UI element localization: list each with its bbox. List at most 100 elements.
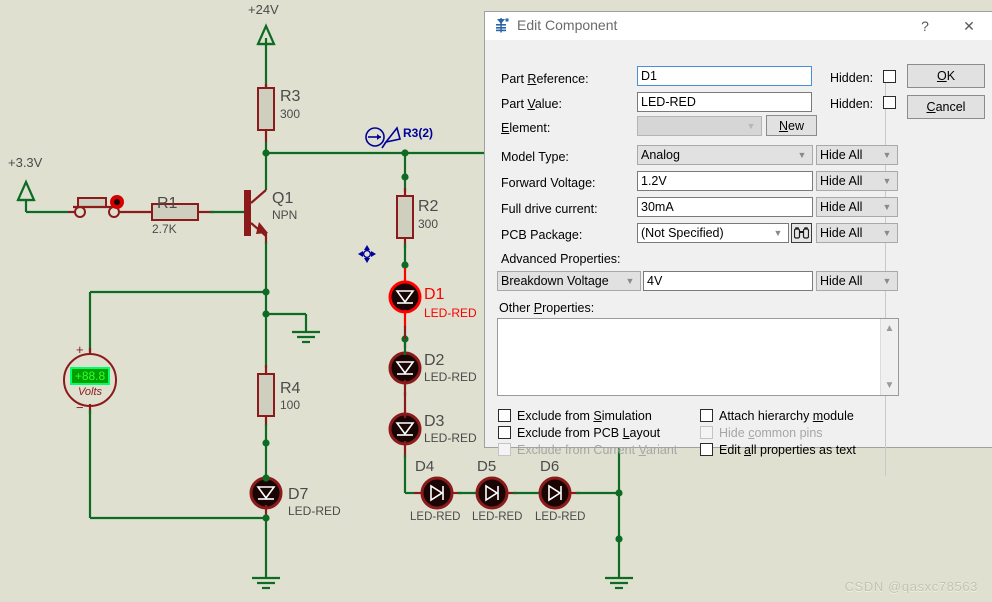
model-type-value: Analog bbox=[641, 147, 680, 162]
hide-common-pins-checkbox bbox=[700, 426, 713, 439]
led-d7 bbox=[249, 474, 283, 518]
component-value-d7: LED-RED bbox=[288, 504, 341, 518]
current-probe-icon bbox=[365, 126, 401, 149]
chevron-down-icon: ▼ bbox=[882, 227, 892, 238]
voltmeter-unit-label: Volts bbox=[77, 386, 103, 398]
component-ref-d1: D1 bbox=[424, 286, 445, 303]
model-type-combobox[interactable]: Analog ▼ bbox=[637, 145, 813, 165]
full-drive-current-label: Full drive current: bbox=[501, 202, 598, 216]
voltmeter bbox=[63, 292, 117, 518]
component-ref-r3: R3 bbox=[280, 88, 301, 105]
chevron-down-icon: ▼ bbox=[797, 149, 807, 160]
chevron-down-icon: ▼ bbox=[882, 175, 892, 186]
forward-voltage-hide-combobox[interactable]: Hide All ▼ bbox=[816, 171, 898, 191]
full-drive-current-hide-value: Hide All bbox=[820, 199, 863, 214]
chevron-down-icon: ▼ bbox=[746, 120, 756, 131]
full-drive-current-input[interactable] bbox=[637, 197, 813, 217]
attach-hierarchy-module-label: Attach hierarchy module bbox=[719, 409, 854, 423]
edit-component-dialog[interactable]: Edit Component ? ✕ Part Reference: Hidde… bbox=[484, 11, 992, 476]
component-ref-r2: R2 bbox=[418, 198, 439, 215]
component-ref-d7: D7 bbox=[288, 486, 309, 503]
probe-label-r3-2: R3(2) bbox=[403, 126, 434, 140]
component-value-d3: LED-RED bbox=[424, 431, 477, 445]
model-type-hide-value: Hide All bbox=[820, 147, 863, 162]
voltmeter-minus-terminal: − bbox=[76, 400, 84, 415]
chevron-down-icon: ▼ bbox=[625, 275, 635, 286]
attach-hierarchy-module-checkbox[interactable] bbox=[700, 409, 713, 422]
exclude-from-pcb-layout-checkbox[interactable] bbox=[498, 426, 511, 439]
component-ref-d2: D2 bbox=[424, 352, 445, 369]
chevron-down-icon: ▼ bbox=[882, 275, 892, 286]
ground-symbol-q1 bbox=[266, 312, 320, 344]
part-value-hidden-checkbox[interactable] bbox=[883, 96, 896, 109]
pcb-package-combobox[interactable]: (Not Specified) ▼ bbox=[637, 223, 789, 243]
pcb-package-hide-value: Hide All bbox=[820, 225, 863, 240]
part-reference-hidden-checkbox[interactable] bbox=[883, 70, 896, 83]
hide-common-pins-label: Hide common pins bbox=[719, 426, 823, 440]
component-value-r2: 300 bbox=[418, 217, 439, 231]
advanced-properties-hide-combobox[interactable]: Hide All ▼ bbox=[816, 271, 898, 291]
pcb-package-value: (Not Specified) bbox=[641, 225, 724, 240]
terminal-label-24v: +24V bbox=[248, 2, 279, 17]
advanced-properties-selector-value: Breakdown Voltage bbox=[501, 273, 609, 288]
edit-all-properties-as-text-label: Edit all properties as text bbox=[719, 443, 856, 457]
component-value-d6: LED-RED bbox=[535, 511, 586, 523]
pcb-package-label: PCB Package: bbox=[501, 228, 583, 242]
exclude-from-current-variant-label: Exclude from Current Variant bbox=[517, 443, 678, 457]
forward-voltage-label: Forward Voltage: bbox=[501, 176, 596, 190]
net-3v3-branch bbox=[16, 179, 244, 221]
dialog-title: Edit Component bbox=[517, 17, 618, 33]
component-value-q1: NPN bbox=[272, 208, 298, 222]
ground-symbol-d7 bbox=[252, 576, 280, 590]
pcb-package-hide-combobox[interactable]: Hide All ▼ bbox=[816, 223, 898, 243]
exclude-from-pcb-layout-label: Exclude from PCB Layout bbox=[517, 426, 661, 440]
other-properties-scrollbar[interactable]: ▲ ▼ bbox=[880, 319, 898, 395]
forward-voltage-input[interactable] bbox=[637, 171, 813, 191]
other-properties-textarea[interactable]: ▲ ▼ bbox=[497, 318, 899, 396]
part-value-hidden-label: Hidden: bbox=[830, 97, 874, 111]
part-value-input[interactable] bbox=[637, 92, 812, 112]
chevron-up-icon[interactable]: ▲ bbox=[881, 320, 898, 337]
forward-voltage-hide-value: Hide All bbox=[820, 173, 863, 188]
chevron-down-icon[interactable]: ▼ bbox=[881, 377, 898, 394]
component-value-r1: 2.7K bbox=[152, 222, 177, 236]
edit-all-properties-as-text-checkbox[interactable] bbox=[700, 443, 713, 456]
voltmeter-reading: +88.8 bbox=[74, 369, 106, 383]
new-element-button[interactable]: New bbox=[766, 115, 817, 136]
binoculars-icon bbox=[794, 227, 809, 239]
net-r2-leds bbox=[388, 149, 422, 493]
component-ref-r1: R1 bbox=[157, 195, 178, 212]
dialog-titlebar[interactable]: Edit Component ? ✕ bbox=[485, 12, 992, 41]
part-reference-input[interactable] bbox=[637, 66, 812, 86]
component-ref-d3: D3 bbox=[424, 413, 445, 430]
help-button[interactable]: ? bbox=[905, 12, 945, 40]
close-button[interactable]: ✕ bbox=[949, 12, 989, 40]
component-value-r4: 100 bbox=[280, 398, 301, 412]
advanced-properties-hide-value: Hide All bbox=[820, 273, 863, 288]
exclude-from-simulation-label: Exclude from Simulation bbox=[517, 409, 652, 423]
ground-symbol-d6 bbox=[605, 576, 633, 590]
component-ref-r4: R4 bbox=[280, 380, 301, 397]
advanced-properties-selector[interactable]: Breakdown Voltage ▼ bbox=[497, 271, 641, 291]
model-type-label: Model Type: bbox=[501, 150, 569, 164]
pcb-package-browse-button[interactable] bbox=[791, 223, 812, 243]
part-value-label: Part Value: bbox=[501, 97, 562, 111]
chevron-down-icon: ▼ bbox=[882, 149, 892, 160]
component-value-d2: LED-RED bbox=[424, 370, 477, 384]
advanced-properties-input[interactable] bbox=[643, 271, 813, 291]
transistor-q1 bbox=[244, 189, 268, 292]
voltmeter-plus-terminal: + bbox=[76, 342, 84, 357]
chevron-down-icon: ▼ bbox=[773, 227, 783, 238]
component-ref-q1: Q1 bbox=[272, 190, 294, 207]
cancel-button[interactable]: Cancel bbox=[907, 95, 985, 119]
terminal-label-3v3: +3.3V bbox=[8, 155, 43, 170]
component-value-r3: 300 bbox=[280, 107, 301, 121]
other-properties-label: Other Properties: bbox=[499, 301, 595, 315]
full-drive-current-hide-combobox[interactable]: Hide All ▼ bbox=[816, 197, 898, 217]
model-type-hide-combobox[interactable]: Hide All ▼ bbox=[816, 145, 898, 165]
ok-button[interactable]: OK bbox=[907, 64, 985, 88]
exclude-from-simulation-checkbox[interactable] bbox=[498, 409, 511, 422]
element-combobox[interactable]: ▼ bbox=[637, 116, 762, 136]
net-24v-branch bbox=[256, 23, 276, 190]
component-ref-d4: D4 bbox=[415, 458, 435, 475]
